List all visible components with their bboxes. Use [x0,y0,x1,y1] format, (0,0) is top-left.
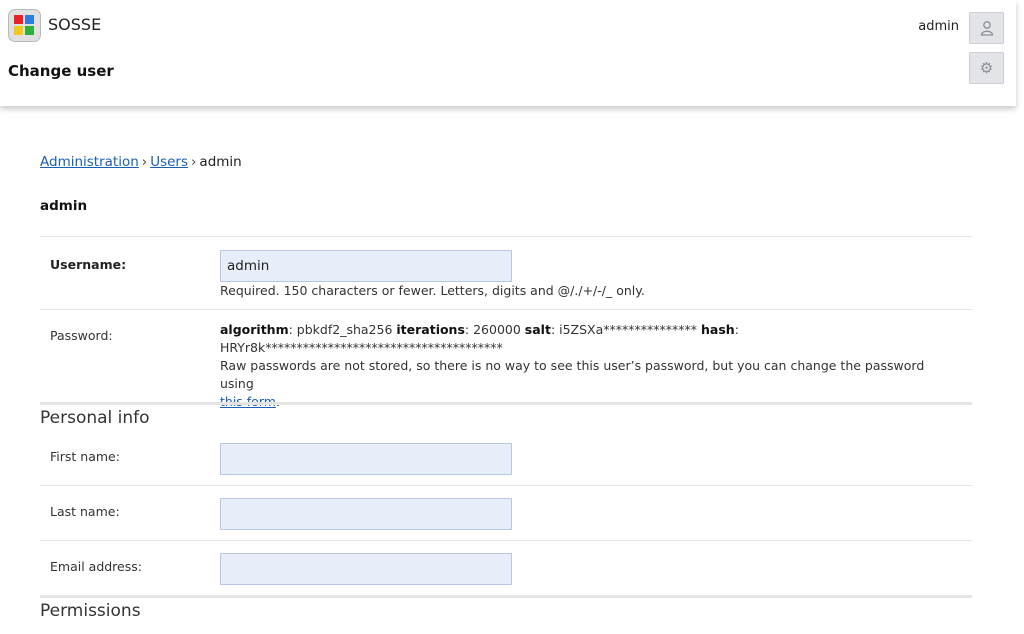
last-name-row: Last name: [40,485,972,540]
iterations-label: iterations [396,322,465,337]
last-name-input[interactable] [220,498,512,530]
permissions-heading: Permissions [40,595,972,621]
hash-label: hash [701,322,735,337]
username-row: Username: Required. 150 characters or fe… [40,236,972,309]
first-name-input[interactable] [220,443,512,475]
personal-info-heading: Personal info [40,402,972,428]
logo-graphic [14,15,34,35]
salt-value: : i5ZSXa*************** [550,322,701,337]
first-name-row: First name: [40,431,972,486]
breadcrumb-current: admin [199,154,242,170]
email-input[interactable] [220,553,512,585]
username-help-text: Required. 150 characters or fewer. Lette… [220,283,645,298]
email-row: Email address: [40,540,972,595]
object-title: admin [40,198,88,214]
user-icon [980,21,993,36]
email-label: Email address: [50,559,142,574]
algorithm-label: algorithm [220,322,289,337]
brand-name[interactable]: SOSSE [48,15,101,34]
settings-button[interactable]: ⚙ [969,52,1004,84]
breadcrumb: Administration › Users › admin [40,154,242,170]
header: SOSSE Change user admin ⚙ [0,0,1016,106]
password-row: Password: algorithm: pbkdf2_sha256 itera… [40,309,972,409]
algorithm-value: : pbkdf2_sha256 [288,322,397,337]
first-name-label: First name: [50,449,120,464]
breadcrumb-users[interactable]: Users [150,154,188,170]
password-info: algorithm: pbkdf2_sha256 iterations: 260… [220,321,960,411]
gear-icon: ⚙ [979,58,994,77]
current-username: admin [918,19,959,34]
username-input[interactable] [220,250,512,282]
breadcrumb-separator: › [141,154,148,170]
sosse-logo-icon[interactable] [8,9,41,42]
password-note: Raw passwords are not stored, so there i… [220,358,925,391]
breadcrumb-administration[interactable]: Administration [40,154,139,170]
username-label: Username: [50,257,127,272]
last-name-label: Last name: [50,504,120,519]
iterations-value: : 260000 [464,322,525,337]
user-menu-button[interactable] [969,12,1004,44]
password-label: Password: [50,328,113,343]
page-title: Change user [8,62,114,80]
breadcrumb-separator: › [191,154,197,170]
salt-label: salt [524,322,551,337]
